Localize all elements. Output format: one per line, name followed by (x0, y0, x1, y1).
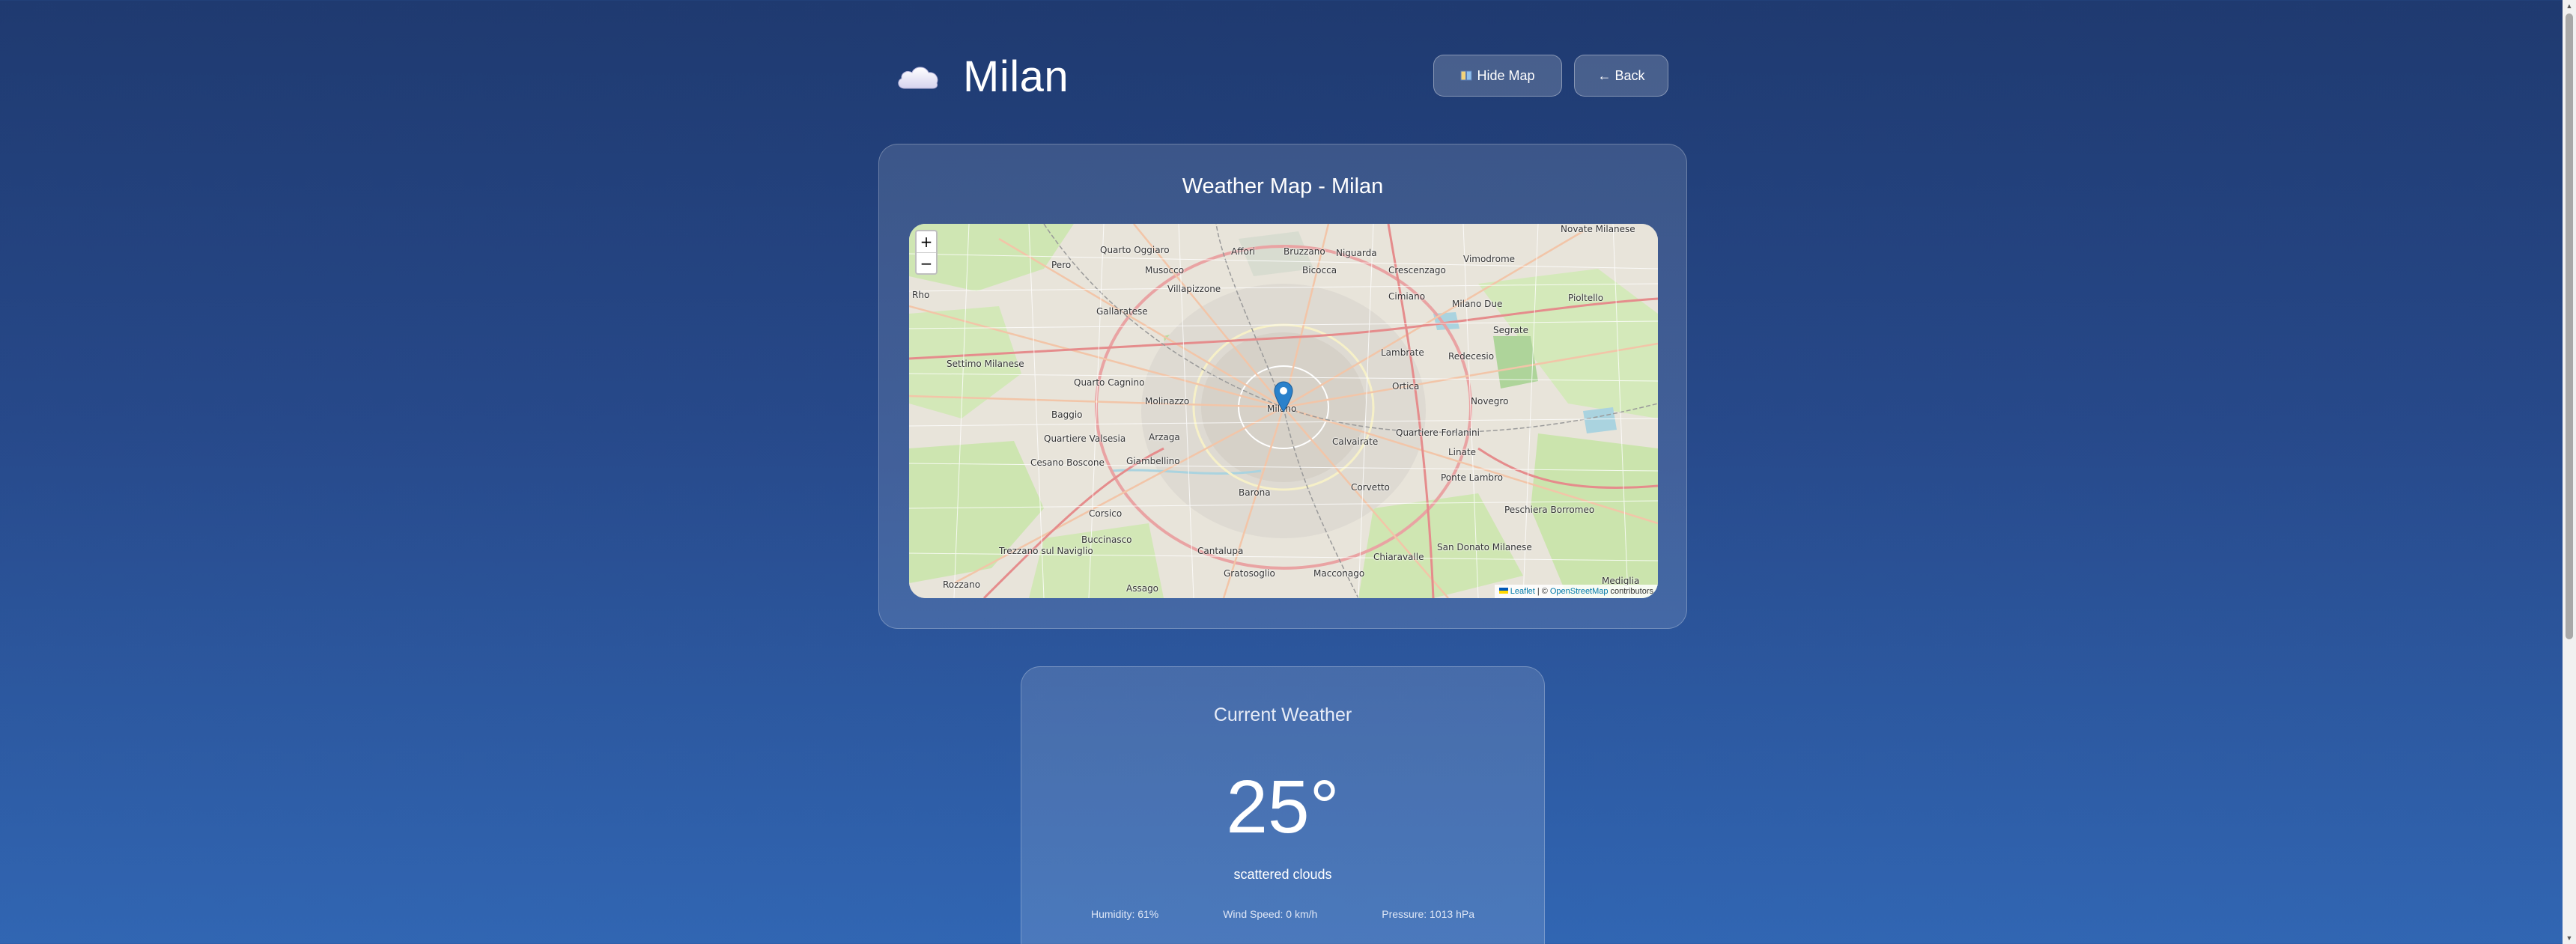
map-label: Ortica (1392, 381, 1420, 392)
map-label: Cimiano (1388, 291, 1426, 302)
map-label: Bicocca (1302, 265, 1337, 275)
map-label: Cantalupa (1197, 546, 1244, 556)
temperature: 25° (1226, 765, 1340, 849)
zoom-control: + − (915, 230, 938, 275)
map-book-icon (1460, 70, 1472, 82)
location-marker-icon[interactable] (1274, 381, 1293, 412)
map-label: Pioltello (1568, 293, 1604, 303)
pressure: Pressure: 1013 hPa (1382, 908, 1474, 920)
map-title: Weather Map - Milan (1182, 174, 1384, 198)
map-card: Weather Map - Milan Novate Milanese Quar… (878, 144, 1687, 629)
map-label: Musocco (1145, 265, 1185, 275)
cloud-icon (896, 60, 941, 93)
zoom-in-button[interactable]: + (917, 231, 936, 252)
map-label: Barona (1239, 487, 1271, 498)
map-label: Segrate (1493, 325, 1528, 335)
map-label: Quarto Cagnino (1074, 377, 1145, 388)
map-label: Quartiere Valsesia (1044, 433, 1126, 444)
map-label: Macconago (1313, 568, 1365, 579)
weather-title: Current Weather (1213, 704, 1352, 725)
map-label: Corsico (1089, 508, 1123, 519)
map-label: Villapizzone (1167, 284, 1221, 294)
page-title: Milan (963, 52, 1069, 101)
map-label: San Donato Milanese (1437, 542, 1532, 552)
map-label: Linate (1448, 447, 1477, 457)
map-label: Lambrate (1381, 347, 1424, 358)
zoom-out-button[interactable]: − (917, 252, 936, 273)
map-label: Quartiere Forlanini (1396, 427, 1480, 438)
weather-map[interactable]: Novate Milanese Quarto Oggiaro Affori Br… (909, 224, 1658, 598)
map-label: Pero (1051, 260, 1072, 270)
scroll-thumb[interactable] (2566, 13, 2573, 639)
map-label: Vimodrome (1463, 254, 1516, 264)
map-label: Niguarda (1336, 248, 1377, 258)
map-label: Gratosoglio (1224, 568, 1275, 579)
map-label: Novate Milanese (1561, 224, 1635, 234)
openstreetmap-link[interactable]: OpenStreetMap (1550, 587, 1609, 596)
map-label: Calvairate (1332, 436, 1379, 447)
attribution-tail: contributors (1610, 587, 1653, 596)
map-label: Chiaravalle (1373, 552, 1424, 562)
flag-icon (1498, 587, 1508, 596)
map-label: Buccinasco (1081, 535, 1132, 545)
map-attribution: Leaflet | © OpenStreetMap contributors (1494, 585, 1658, 598)
map-label: Bruzzano (1284, 246, 1325, 257)
map-label: Molinazzo (1145, 396, 1190, 406)
map-label: Rozzano (943, 579, 981, 590)
map-label: Milano Due (1452, 299, 1503, 309)
map-label: Ponte Lambro (1441, 472, 1504, 483)
map-label: Gallaratese (1096, 306, 1148, 317)
map-label: Giambellino (1126, 456, 1180, 466)
page-scrollbar[interactable]: ▲ ▼ (2563, 0, 2576, 944)
scroll-down-icon[interactable]: ▼ (2563, 932, 2576, 944)
weather-description: scattered clouds (1233, 867, 1332, 882)
map-label: Crescenzago (1388, 265, 1446, 275)
page-header: Milan Hide Map ← Back (896, 48, 1671, 105)
title-wrap: Milan (896, 48, 1069, 105)
map-label: Redecesio (1448, 351, 1495, 362)
map-label: Arzaga (1149, 432, 1180, 442)
map-label: Rho (912, 290, 930, 300)
humidity: Humidity: 61% (1090, 908, 1159, 920)
wind-speed: Wind Speed: 0 km/h (1223, 908, 1318, 920)
map-label: Trezzano sul Naviglio (999, 546, 1093, 556)
leaflet-link[interactable]: Leaflet (1510, 587, 1535, 596)
map-label: Corvetto (1351, 482, 1390, 493)
map-label: Cesano Boscone (1030, 457, 1105, 468)
map-label: Peschiera Borromeo (1504, 505, 1595, 515)
map-label: Affori (1231, 246, 1256, 257)
map-label: Assago (1126, 583, 1159, 594)
map-label: Baggio (1051, 409, 1083, 420)
map-label: Quarto Oggiaro (1100, 245, 1170, 255)
weather-stats: Humidity: 61% Wind Speed: 0 km/h Pressur… (1021, 908, 1544, 920)
back-button[interactable]: ← Back (1574, 55, 1668, 97)
hide-map-button[interactable]: Hide Map (1433, 55, 1562, 97)
current-weather-card: Current Weather 25° scattered clouds Hum… (1021, 666, 1545, 944)
map-label: Settimo Milanese (947, 359, 1024, 369)
scroll-up-icon[interactable]: ▲ (2563, 0, 2576, 12)
attribution-sep: | © (1537, 587, 1548, 596)
map-label: Novegro (1471, 396, 1509, 406)
hide-map-label: Hide Map (1477, 67, 1535, 83)
